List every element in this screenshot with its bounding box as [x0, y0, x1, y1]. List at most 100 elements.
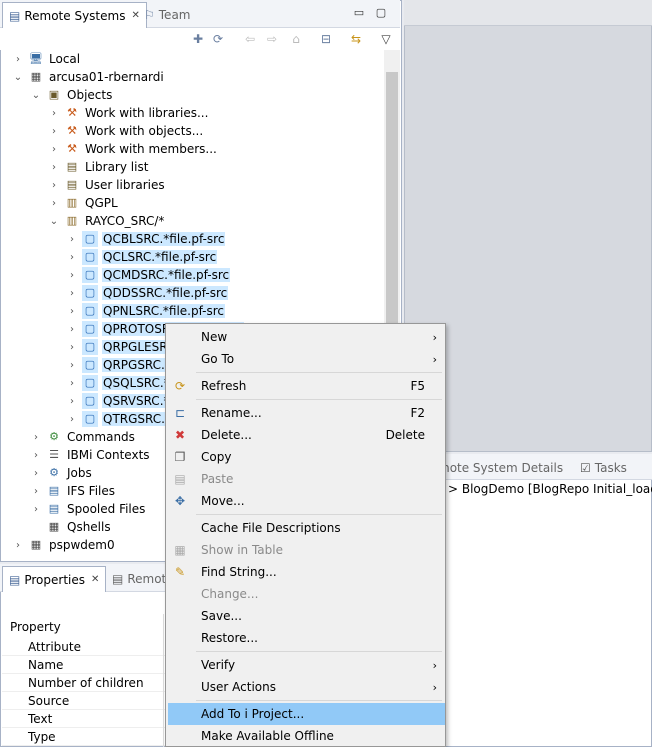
property-row[interactable]: Source	[2, 692, 167, 710]
tree-item[interactable]: › ⚒ Work with objects...	[48, 122, 204, 140]
chevron-right-icon[interactable]: ›	[48, 198, 60, 209]
chevron-down-icon[interactable]: ⌄	[48, 216, 60, 227]
menu-item-verify[interactable]: Verify ›	[168, 654, 445, 676]
menu-item-user-actions[interactable]: User Actions ›	[168, 676, 445, 698]
property-row[interactable]: Type	[2, 728, 167, 746]
contexts-icon: ☰	[49, 448, 59, 461]
tab-remote-system-details[interactable]: mote System Details	[432, 455, 569, 481]
menu-item-find-string[interactable]: ✎ Find String...	[168, 561, 445, 583]
chevron-right-icon[interactable]: ›	[48, 126, 60, 137]
tree-item[interactable]: › ☰ IBMi Contexts	[30, 446, 151, 464]
menu-item-new[interactable]: New ›	[168, 326, 445, 348]
blogdemo-entry[interactable]: > BlogDemo [BlogRepo Initial_load_of	[448, 482, 652, 496]
menu-item-add-to-i-project[interactable]: Add To i Project...	[168, 703, 445, 725]
tree-item[interactable]: › ▦ pspwdem0	[12, 536, 116, 554]
tree-item[interactable]: ⌄ ▥ RAYCO_SRC/*	[48, 212, 165, 230]
chevron-right-icon[interactable]: ›	[66, 342, 78, 353]
close-icon[interactable]: ✕	[91, 574, 99, 585]
menu-item-delete[interactable]: ✖ Delete... Delete	[168, 424, 445, 446]
library-icon: ▥	[66, 196, 78, 209]
chevron-right-icon[interactable]: ›	[66, 378, 78, 389]
tab-team[interactable]: ⚐ Team	[138, 2, 196, 28]
property-row[interactable]: Name	[2, 656, 167, 674]
tree-item[interactable]: ▦ Qshells	[30, 518, 112, 536]
menu-item-go-to[interactable]: Go To ›	[168, 348, 445, 370]
tree-item[interactable]: › ▥ QGPL	[48, 194, 119, 212]
chevron-right-icon[interactable]: ›	[66, 414, 78, 425]
menu-item-save[interactable]: Save...	[168, 605, 445, 627]
property-row[interactable]: Number of children	[2, 674, 167, 692]
menu-item-copy[interactable]: ❐ Copy	[168, 446, 445, 468]
chevron-right-icon[interactable]: ›	[48, 180, 60, 191]
tree-item[interactable]: › ⚒ Work with members...	[48, 140, 218, 158]
chevron-right-icon[interactable]: ›	[66, 396, 78, 407]
menu-item-refresh[interactable]: ⟳ Refresh F5	[168, 375, 445, 397]
chevron-right-icon[interactable]: ›	[12, 54, 24, 65]
minimize-icon[interactable]: ▭	[352, 6, 366, 20]
chevron-right-icon[interactable]: ›	[48, 108, 60, 119]
chevron-right-icon[interactable]: ›	[66, 252, 78, 263]
menu-item-rename[interactable]: ⊏ Rename... F2	[168, 402, 445, 424]
chevron-right-icon[interactable]: ›	[66, 270, 78, 281]
chevron-down-icon[interactable]: ⌄	[12, 72, 24, 83]
chevron-right-icon[interactable]: ›	[66, 288, 78, 299]
chevron-right-icon[interactable]: ›	[48, 162, 60, 173]
tree-item[interactable]: › ▤ Library list	[48, 158, 149, 176]
menu-item-paste[interactable]: ▤ Paste	[168, 468, 445, 490]
tree-item[interactable]: ⌄ ▣ Objects	[30, 86, 113, 104]
tree-item-label: Work with libraries...	[85, 106, 209, 120]
chevron-right-icon[interactable]: ›	[66, 324, 78, 335]
tree-item[interactable]: › ▢ QCLSRC.*file.pf-src	[66, 248, 218, 266]
view-menu-icon[interactable]: ▽	[378, 31, 394, 47]
tab-tasks[interactable]: ☑ Tasks	[574, 455, 633, 481]
tree-item[interactable]: › ▤ Spooled Files	[30, 500, 146, 518]
link-with-editor-icon[interactable]: ⇆	[348, 31, 364, 47]
menu-item-move[interactable]: ✥ Move...	[168, 490, 445, 512]
menu-item-make-available-offline[interactable]: Make Available Offline	[168, 725, 445, 747]
menu-item-restore[interactable]: Restore...	[168, 627, 445, 649]
back-icon[interactable]: ⇦	[242, 31, 258, 47]
chevron-right-icon[interactable]: ›	[12, 540, 24, 551]
chevron-right-icon[interactable]: ›	[30, 432, 42, 443]
menu-item-cache-file-descriptions[interactable]: Cache File Descriptions	[168, 517, 445, 539]
menu-item-show-in-table[interactable]: ▦ Show in Table	[168, 539, 445, 561]
objects-icon: ▣	[48, 88, 60, 101]
chevron-right-icon[interactable]: ›	[66, 360, 78, 371]
chevron-right-icon[interactable]: ›	[30, 486, 42, 497]
maximize-icon[interactable]: ▢	[374, 6, 388, 20]
property-row[interactable]: Attribute	[2, 638, 167, 656]
tree-item[interactable]: › ▢ QCBLSRC.*file.pf-src	[66, 230, 226, 248]
tree-item[interactable]: › 🖥 Local	[12, 50, 81, 68]
chevron-right-icon[interactable]: ›	[66, 234, 78, 245]
tab-remote-systems[interactable]: ▤ Remote Systems ✕	[2, 2, 147, 28]
chevron-right-icon[interactable]: ›	[30, 468, 42, 479]
chevron-right-icon[interactable]: ›	[48, 144, 60, 155]
tree-item[interactable]: › ▢ QDDSSRC.*file.pf-src	[66, 284, 229, 302]
refresh-icon[interactable]: ⟳	[210, 31, 226, 47]
forward-icon[interactable]: ⇨	[264, 31, 280, 47]
tree-item[interactable]: › ▢ QCMDSRC.*file.pf-src	[66, 266, 231, 284]
menu-item-shortcut: F5	[410, 379, 425, 393]
tree-item[interactable]: › ⚙ Commands	[30, 428, 136, 446]
chevron-right-icon[interactable]: ›	[30, 504, 42, 515]
tree-item[interactable]: › ⚒ Work with libraries...	[48, 104, 209, 122]
tree-item-label: User libraries	[85, 178, 165, 192]
tab-properties[interactable]: ▤ Properties ✕	[2, 566, 107, 592]
menu-item-change[interactable]: Change...	[168, 583, 445, 605]
tree-item[interactable]: › ▤ IFS Files	[30, 482, 116, 500]
tree-item[interactable]: › ▤ User libraries	[48, 176, 166, 194]
collapse-all-icon[interactable]: ⊟	[318, 31, 334, 47]
tab-remote-scratchpad[interactable]: ▤ Remot	[106, 566, 172, 592]
property-row[interactable]: Text	[2, 710, 167, 728]
chevron-right-icon[interactable]: ›	[30, 450, 42, 461]
home-icon[interactable]: ⌂	[288, 31, 304, 47]
chevron-down-icon[interactable]: ⌄	[30, 90, 42, 101]
menu-item-label: Refresh	[201, 379, 247, 393]
new-connection-icon[interactable]: ✚	[190, 31, 206, 47]
tree-item[interactable]: › ▢ QPNLSRC.*file.pf-src	[66, 302, 226, 320]
tree-item[interactable]: › ⚙ Jobs	[30, 464, 93, 482]
column-divider[interactable]	[163, 614, 164, 747]
source-file-icon: ▢	[82, 249, 98, 265]
tree-item[interactable]: ⌄ ▦ arcusa01-rbernardi	[12, 68, 165, 86]
chevron-right-icon[interactable]: ›	[66, 306, 78, 317]
